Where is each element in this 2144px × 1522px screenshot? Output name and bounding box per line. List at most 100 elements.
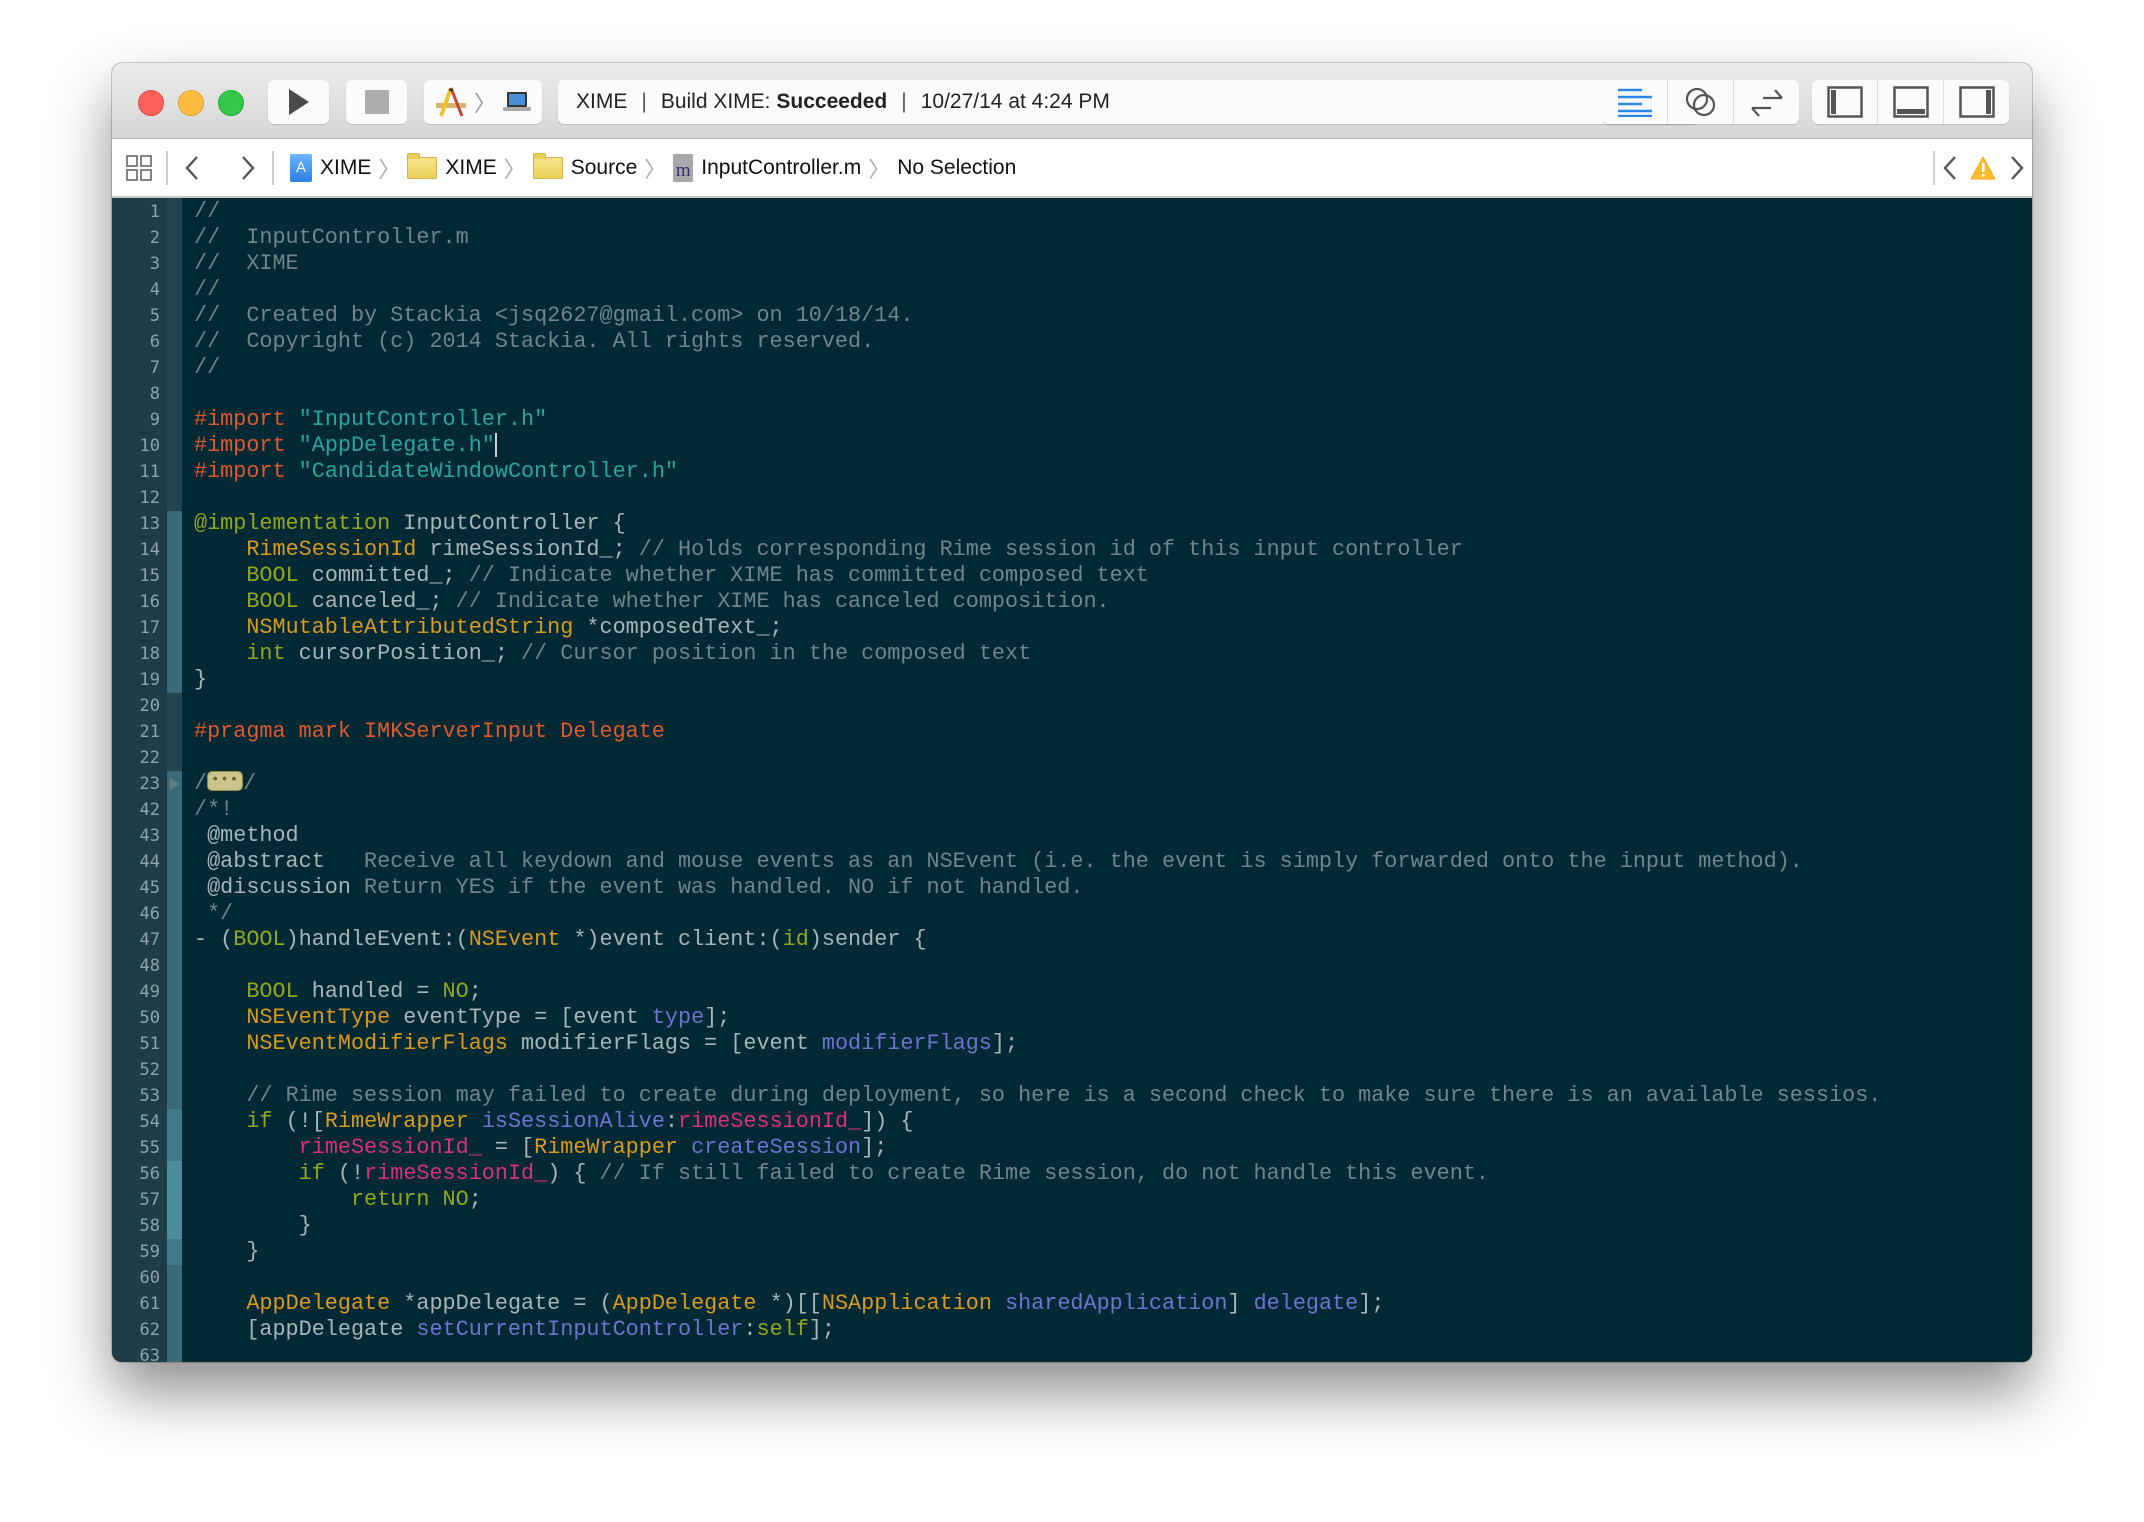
code-line[interactable]: 15 BOOL committed_; // Indicate whether … (112, 563, 2032, 589)
line-number[interactable]: 54 (112, 1109, 160, 1135)
line-number[interactable]: 20 (112, 693, 160, 719)
line-number[interactable]: 47 (112, 927, 160, 953)
code-line[interactable]: 10 #import "AppDelegate.h" (112, 433, 2032, 459)
related-items-button[interactable] (126, 139, 152, 196)
code-line[interactable]: 47 - (BOOL)handleEvent:(NSEvent *)event c… (112, 927, 2032, 953)
code-line[interactable]: 55 rimeSessionId_ = [RimeWrapper createS… (112, 1135, 2032, 1161)
code-line[interactable]: 9 #import "InputController.h" (112, 407, 2032, 433)
code-line[interactable]: 2 // InputController.m (112, 225, 2032, 251)
fold-ribbon-segment[interactable] (167, 1317, 182, 1343)
code-line[interactable]: 7 // (112, 355, 2032, 381)
assistant-editor-button[interactable] (1668, 80, 1734, 124)
line-number[interactable]: 44 (112, 849, 160, 875)
fold-ribbon-segment[interactable] (167, 433, 182, 459)
line-number[interactable]: 14 (112, 537, 160, 563)
code-line[interactable]: 6 // Copyright (c) 2014 Stackia. All righ… (112, 329, 2032, 355)
line-number[interactable]: 60 (112, 1265, 160, 1291)
code-line[interactable]: 58 } (112, 1213, 2032, 1239)
fold-ribbon-segment[interactable] (167, 225, 182, 251)
line-number[interactable]: 17 (112, 615, 160, 641)
fold-ribbon-segment[interactable] (167, 563, 182, 589)
next-issue-button[interactable] (2009, 139, 2025, 196)
minimize-button[interactable] (178, 90, 204, 116)
line-number[interactable]: 19 (112, 667, 160, 693)
line-number[interactable]: 11 (112, 459, 160, 485)
toggle-navigator-button[interactable] (1812, 80, 1878, 124)
standard-editor-button[interactable] (1602, 80, 1668, 124)
line-number[interactable]: 52 (112, 1057, 160, 1083)
code-line[interactable]: 42 /*! (112, 797, 2032, 823)
forward-button[interactable] (240, 139, 256, 196)
line-number[interactable]: 49 (112, 979, 160, 1005)
line-number[interactable]: 42 (112, 797, 160, 823)
code-line[interactable]: 21 #pragma mark IMKServerInput Delegate (112, 719, 2032, 745)
line-number[interactable]: 18 (112, 641, 160, 667)
line-number[interactable]: 2 (112, 225, 160, 251)
code-line[interactable]: 23 /••• / (112, 771, 2032, 797)
code-line[interactable]: 1 // (112, 199, 2032, 225)
close-button[interactable] (138, 90, 164, 116)
fold-ribbon-segment[interactable] (167, 537, 182, 563)
zoom-button[interactable] (218, 90, 244, 116)
fold-ribbon-segment[interactable] (167, 1109, 182, 1135)
line-number[interactable]: 62 (112, 1317, 160, 1343)
unfold-arrow-icon[interactable] (170, 778, 179, 790)
line-number[interactable]: 63 (112, 1343, 160, 1362)
fold-ribbon-segment[interactable] (167, 901, 182, 927)
line-number[interactable]: 61 (112, 1291, 160, 1317)
stop-button[interactable] (346, 80, 407, 124)
fold-ribbon-segment[interactable] (167, 589, 182, 615)
code-line[interactable]: 57 return NO; (112, 1187, 2032, 1213)
issue-indicator[interactable] (1970, 139, 1996, 196)
fold-ribbon-segment[interactable] (167, 407, 182, 433)
crumb-project[interactable]: A XIME (290, 153, 371, 182)
fold-ribbon-segment[interactable] (167, 277, 182, 303)
line-number[interactable]: 16 (112, 589, 160, 615)
code-line[interactable]: 61 AppDelegate *appDelegate = (AppDelega… (112, 1291, 2032, 1317)
line-number[interactable]: 10 (112, 433, 160, 459)
code-line[interactable]: 63 (112, 1343, 2032, 1362)
fold-ribbon-segment[interactable] (167, 1135, 182, 1161)
fold-ribbon-segment[interactable] (167, 1343, 182, 1362)
code-line[interactable]: 60 (112, 1265, 2032, 1291)
line-number[interactable]: 1 (112, 199, 160, 225)
fold-ribbon-segment[interactable] (167, 1265, 182, 1291)
fold-ribbon-segment[interactable] (167, 329, 182, 355)
run-button[interactable] (268, 80, 329, 124)
line-number[interactable]: 4 (112, 277, 160, 303)
folded-code-ellipsis-icon[interactable]: ••• (207, 771, 244, 792)
code-line[interactable]: 11 #import "CandidateWindowController.h" (112, 459, 2032, 485)
fold-ribbon-segment[interactable] (167, 1057, 182, 1083)
source-editor[interactable]: 1//2// InputController.m 3// XIME 4//5// C… (112, 198, 2032, 1362)
fold-ribbon-segment[interactable] (167, 1031, 182, 1057)
line-number[interactable]: 9 (112, 407, 160, 433)
line-number[interactable]: 48 (112, 953, 160, 979)
crumb-symbol[interactable]: No Selection (897, 156, 1016, 180)
line-number[interactable]: 5 (112, 303, 160, 329)
line-number[interactable]: 58 (112, 1213, 160, 1239)
fold-ribbon-segment[interactable] (167, 1239, 182, 1265)
code-line[interactable]: 44 @abstract Receive all keydown and mou… (112, 849, 2032, 875)
line-number[interactable]: 7 (112, 355, 160, 381)
line-number[interactable]: 46 (112, 901, 160, 927)
code-line[interactable]: 17 NSMutableAttributedString *composedTe… (112, 615, 2032, 641)
line-number[interactable]: 59 (112, 1239, 160, 1265)
back-button[interactable] (184, 139, 200, 196)
toggle-debug-area-button[interactable] (1878, 80, 1944, 124)
scheme-selector[interactable]: 〉 (424, 80, 542, 124)
fold-ribbon-segment[interactable] (167, 1005, 182, 1031)
fold-ribbon-segment[interactable] (167, 875, 182, 901)
line-number[interactable]: 3 (112, 251, 160, 277)
fold-ribbon-segment[interactable] (167, 849, 182, 875)
line-number[interactable]: 8 (112, 381, 160, 407)
fold-ribbon-segment[interactable] (167, 927, 182, 953)
fold-ribbon-segment[interactable] (167, 719, 182, 745)
crumb-file[interactable]: m InputController.m (673, 153, 861, 182)
fold-ribbon-segment[interactable] (167, 303, 182, 329)
fold-ribbon-segment[interactable] (167, 459, 182, 485)
fold-ribbon-segment[interactable] (167, 953, 182, 979)
fold-ribbon-segment[interactable] (167, 797, 182, 823)
code-line[interactable]: 54 if (![RimeWrapper isSessionAlive:rime… (112, 1109, 2032, 1135)
code-line[interactable]: 19} (112, 667, 2032, 693)
code-line[interactable]: 8 (112, 381, 2032, 407)
